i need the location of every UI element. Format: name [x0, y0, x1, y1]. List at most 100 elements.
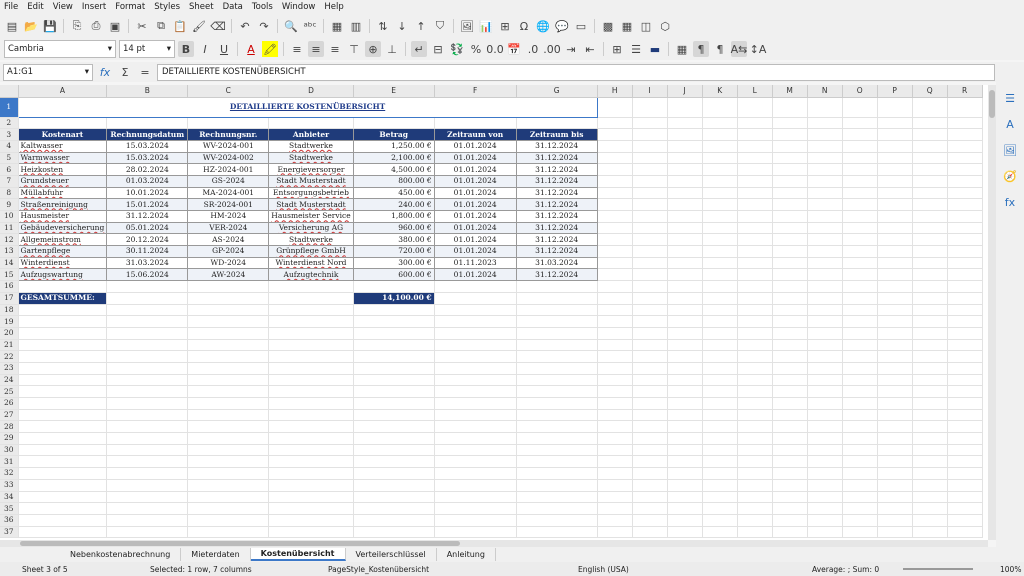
cell[interactable]: [597, 432, 633, 445]
row-header[interactable]: 21: [0, 339, 19, 352]
cell[interactable]: [912, 362, 948, 375]
cell[interactable]: 31.12.2024: [106, 210, 189, 223]
cell[interactable]: [947, 397, 983, 410]
cell[interactable]: [268, 327, 354, 340]
comment-icon[interactable]: 💬: [554, 18, 570, 34]
cell[interactable]: [434, 385, 517, 398]
cell[interactable]: Gebäudeversicherung: [17, 221, 108, 235]
number-format-icon[interactable]: 0.0: [486, 41, 504, 57]
cell[interactable]: [737, 374, 773, 387]
cell[interactable]: [877, 128, 913, 141]
cell[interactable]: [516, 444, 598, 457]
cell[interactable]: [807, 409, 843, 422]
cell[interactable]: [187, 117, 270, 130]
cell[interactable]: Rechnungsnr.: [187, 128, 270, 141]
column-header-g[interactable]: G: [516, 85, 598, 98]
cell[interactable]: [516, 420, 598, 434]
cell[interactable]: [18, 420, 108, 434]
row-header[interactable]: 37: [0, 526, 19, 539]
column-header-m[interactable]: M: [772, 85, 808, 98]
cell[interactable]: [772, 339, 808, 352]
cell[interactable]: [187, 409, 270, 422]
row-header[interactable]: 25: [0, 385, 19, 398]
cell[interactable]: HM-2024: [187, 210, 270, 223]
conditional-format-icon[interactable]: ▦: [674, 41, 690, 57]
cell[interactable]: [772, 245, 808, 258]
cell[interactable]: [597, 187, 633, 200]
cell[interactable]: 10.01.2024: [106, 186, 189, 200]
cell[interactable]: [842, 350, 878, 363]
cell[interactable]: [807, 526, 843, 539]
cell[interactable]: [772, 210, 808, 223]
cell[interactable]: [597, 315, 633, 328]
cell[interactable]: [772, 514, 808, 527]
cell[interactable]: 01.01.2024: [433, 198, 517, 211]
cell[interactable]: [702, 245, 738, 258]
row-header[interactable]: 9: [0, 198, 19, 211]
cell[interactable]: [632, 280, 668, 293]
cell[interactable]: [807, 479, 843, 492]
cell[interactable]: [807, 304, 843, 317]
cell[interactable]: [632, 385, 668, 398]
cell[interactable]: [434, 117, 517, 130]
cell[interactable]: [737, 198, 773, 211]
cell[interactable]: [667, 420, 703, 434]
cell[interactable]: [516, 514, 598, 527]
cell[interactable]: [353, 491, 435, 504]
cell[interactable]: [842, 420, 878, 434]
cell[interactable]: [772, 97, 808, 118]
cell[interactable]: [807, 280, 843, 293]
cell[interactable]: [597, 233, 633, 247]
cell[interactable]: [106, 514, 189, 527]
cell[interactable]: Winterdienst Nord: [268, 256, 354, 270]
cell[interactable]: [912, 491, 948, 504]
cell[interactable]: [632, 222, 668, 235]
cell[interactable]: [912, 420, 948, 434]
formula-input[interactable]: DETAILLIERTE KOSTENÜBERSICHT: [157, 63, 995, 81]
cell[interactable]: Allgemeinstrom: [17, 233, 108, 247]
cell[interactable]: [842, 117, 878, 130]
cell[interactable]: [737, 304, 773, 317]
cell[interactable]: [737, 187, 773, 200]
cell[interactable]: [737, 327, 773, 340]
cell[interactable]: [702, 198, 738, 211]
row-header[interactable]: 26: [0, 397, 19, 410]
cell[interactable]: Rechnungsdatum: [106, 128, 189, 141]
currency-format-icon[interactable]: 💱: [449, 41, 465, 57]
cell[interactable]: [737, 257, 773, 270]
cell[interactable]: [667, 409, 703, 422]
cell[interactable]: [353, 526, 435, 539]
cell[interactable]: [18, 432, 108, 445]
cell[interactable]: Zeitraum von: [433, 128, 517, 141]
cell[interactable]: [772, 268, 808, 282]
cell[interactable]: [877, 385, 913, 398]
cell[interactable]: [667, 222, 703, 235]
cell[interactable]: GESAMTSUMME:: [18, 292, 108, 305]
cell[interactable]: [947, 140, 983, 153]
cell[interactable]: [912, 385, 948, 398]
horizontal-scroll-thumb[interactable]: [20, 541, 460, 546]
cell[interactable]: [947, 117, 983, 130]
column-header-b[interactable]: B: [106, 85, 189, 98]
cell[interactable]: [772, 397, 808, 410]
cell[interactable]: [737, 140, 773, 153]
merge-cells-icon[interactable]: ⊟: [430, 41, 446, 57]
print-preview-icon[interactable]: ▣: [107, 18, 123, 34]
cell[interactable]: [667, 362, 703, 375]
cell[interactable]: [877, 315, 913, 328]
cell[interactable]: [106, 432, 189, 445]
cell[interactable]: [702, 350, 738, 363]
cell[interactable]: [912, 397, 948, 410]
cell[interactable]: [632, 245, 668, 258]
cell[interactable]: [667, 257, 703, 270]
cell[interactable]: [807, 514, 843, 527]
cell[interactable]: [842, 187, 878, 200]
cut-icon[interactable]: ✂: [134, 18, 150, 34]
cell[interactable]: [947, 198, 983, 211]
cell[interactable]: [877, 175, 913, 188]
cell[interactable]: [597, 409, 633, 422]
cell[interactable]: [912, 140, 948, 153]
cell[interactable]: [702, 257, 738, 270]
menu-view[interactable]: View: [53, 2, 73, 12]
cell[interactable]: [842, 315, 878, 328]
